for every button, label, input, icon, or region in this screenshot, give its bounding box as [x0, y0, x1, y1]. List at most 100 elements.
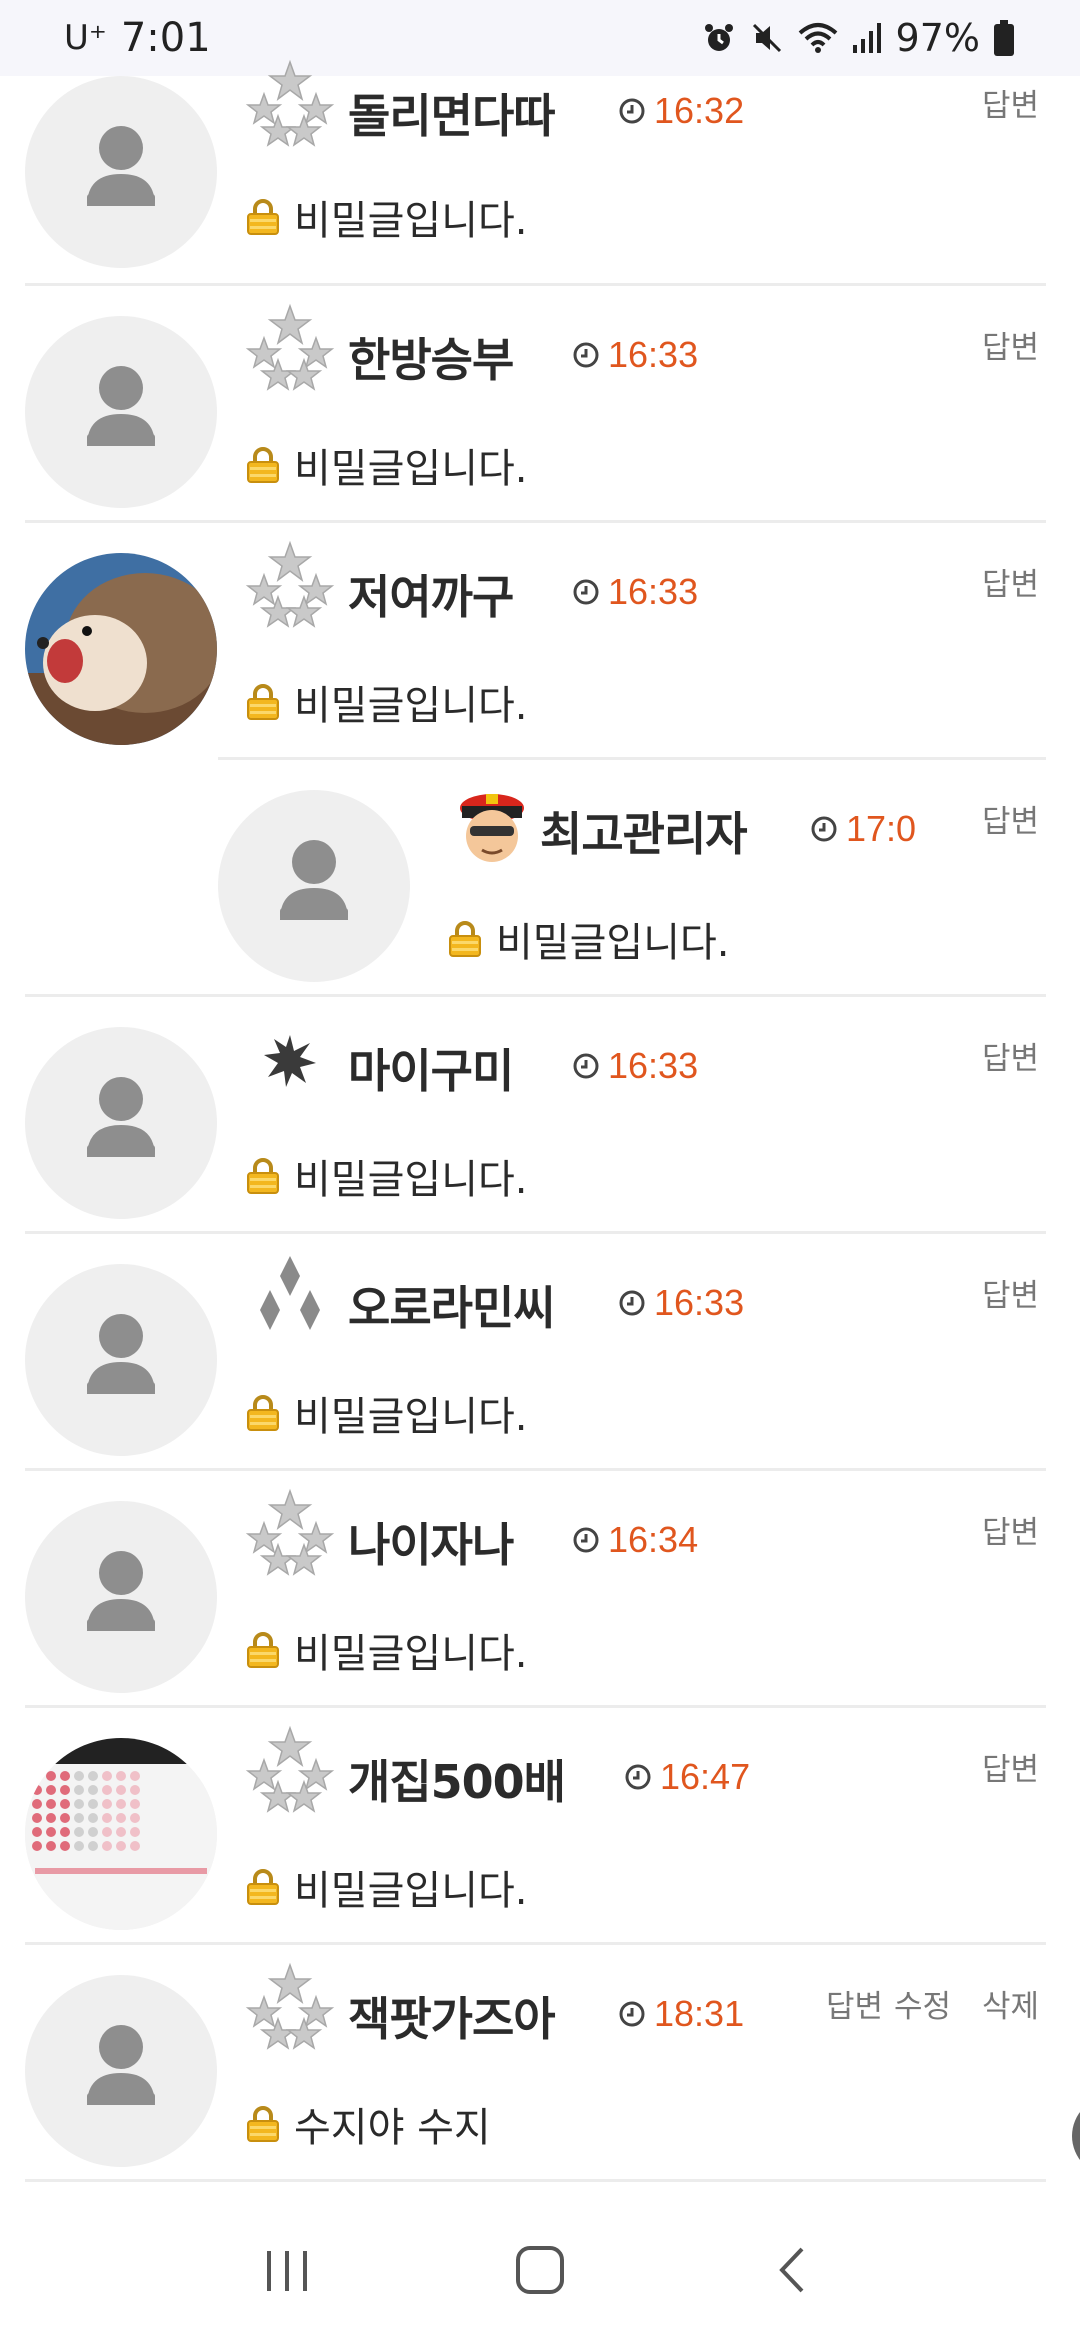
comment-item: 한방승부 16:33 답변 비밀글입니다.	[0, 286, 1080, 523]
clock-icon	[572, 1052, 600, 1080]
clock-icon	[572, 341, 600, 369]
lock-icon	[448, 921, 482, 957]
avatar[interactable]	[218, 790, 410, 982]
avatar[interactable]	[25, 76, 217, 268]
comment-author[interactable]: 돌리면다따	[348, 80, 556, 146]
comment-time: 16:33	[618, 1282, 744, 1324]
diamonds-icon	[244, 1250, 336, 1342]
clock-icon	[618, 97, 646, 125]
comment-time-text: 16:32	[654, 90, 745, 131]
comment-time: 16:47	[624, 1756, 750, 1798]
battery-percent: 97%	[895, 16, 980, 60]
avatar[interactable]	[25, 1027, 217, 1219]
status-left: U⁺ 7:01	[64, 15, 211, 61]
reply-button[interactable]: 답변	[982, 1507, 1039, 1552]
comment-item: 돌리면다따 16:32 답변비밀글입니다.	[0, 76, 1080, 286]
clock-icon	[624, 1763, 652, 1791]
lock-icon	[246, 2106, 280, 2142]
home-icon	[515, 2246, 564, 2294]
clock-icon	[572, 1526, 600, 1554]
comment-body[interactable]: 비밀글입니다.	[246, 1858, 528, 1916]
comment-body-text: 비밀글입니다.	[294, 1868, 528, 1914]
edit-button[interactable]: 수정	[894, 1981, 951, 2026]
lock-icon	[246, 199, 280, 235]
comment-item: 오로라민씨 16:33 답변비밀글입니다.	[0, 1234, 1080, 1471]
recent-apps-button[interactable]	[247, 2230, 327, 2310]
comment-time: 16:34	[572, 1519, 698, 1561]
default-avatar-icon	[25, 1027, 217, 1219]
avatar[interactable]	[25, 1501, 217, 1693]
avatar[interactable]	[25, 1264, 217, 1456]
comment-body-text: 비밀글입니다.	[294, 446, 528, 492]
starburst-icon	[244, 1013, 336, 1105]
avatar[interactable]	[25, 553, 217, 745]
back-button[interactable]	[753, 2230, 833, 2310]
clock-time: 7:01	[120, 15, 211, 61]
signal-icon	[852, 23, 881, 53]
reply-button[interactable]: 답변	[982, 1033, 1039, 1078]
mute-icon	[752, 23, 781, 53]
lock-icon	[246, 1632, 280, 1668]
default-avatar-icon	[25, 76, 217, 268]
comment-item: 마이구미 16:33 답변 비밀글입니다.	[0, 997, 1080, 1234]
reply-button[interactable]: 답변	[982, 322, 1039, 367]
comment-body[interactable]: 비밀글입니다.	[246, 436, 528, 494]
divider	[25, 2179, 1046, 2182]
delete-button[interactable]: 삭제	[982, 1981, 1039, 2026]
comment-author[interactable]: 개집500배	[348, 1746, 566, 1812]
reply-button[interactable]: 답변	[982, 1270, 1039, 1315]
clock-icon	[572, 578, 600, 606]
comment-author[interactable]: 나이자나	[348, 1509, 514, 1575]
stars-icon	[244, 1961, 336, 2053]
comment-time-text: 16:33	[608, 571, 699, 612]
comment-body-text: 비밀글입니다.	[294, 198, 528, 244]
comment-body-text: 비밀글입니다.	[294, 1394, 528, 1440]
reply-button[interactable]: 답변	[982, 796, 1039, 841]
default-avatar-icon	[25, 316, 217, 508]
reply-button[interactable]: 답변	[982, 1744, 1039, 1789]
comment-body[interactable]: 비밀글입니다.	[246, 1384, 528, 1442]
hedgehog-photo	[25, 553, 217, 745]
wifi-icon	[798, 23, 837, 53]
comment-author[interactable]: 저여까구	[348, 561, 514, 627]
comment-body-text: 비밀글입니다.	[294, 1157, 528, 1203]
stars-icon	[244, 302, 336, 394]
avatar[interactable]	[25, 316, 217, 508]
comment-body[interactable]: 비밀글입니다.	[448, 910, 730, 968]
comment-body[interactable]: 수지야 수지	[246, 2095, 491, 2153]
comment-author[interactable]: 한방승부	[348, 324, 514, 390]
reply-button[interactable]: 답변	[982, 559, 1039, 604]
admin-officer-icon	[446, 776, 538, 868]
clock-icon	[810, 815, 838, 843]
comment-time-text: 16:47	[660, 1756, 751, 1797]
carrier-label: U⁺	[64, 18, 107, 58]
comment-time: 16:32	[618, 90, 744, 132]
comment-item: 개집500배 16:47 답변비밀글입니다.	[0, 1708, 1080, 1945]
comment-time-text: 17:0	[846, 808, 917, 849]
battery-icon	[994, 20, 1014, 56]
status-bar: U⁺ 7:01 97%	[0, 0, 1080, 76]
comment-body[interactable]: 비밀글입니다.	[246, 673, 528, 731]
comment-author[interactable]: 최고관리자	[540, 798, 748, 864]
reply-button[interactable]: 답변	[826, 1981, 883, 2026]
lock-icon	[246, 1158, 280, 1194]
reply-button[interactable]: 답변	[982, 80, 1039, 125]
avatar[interactable]	[25, 1738, 217, 1930]
comment-author[interactable]: 오로라민씨	[348, 1272, 556, 1338]
comment-author[interactable]: 잭팟가즈아	[348, 1983, 556, 2049]
back-icon	[779, 2247, 804, 2293]
stars-icon	[244, 539, 336, 631]
comment-author[interactable]: 마이구미	[348, 1035, 514, 1101]
comment-body[interactable]: 비밀글입니다.	[246, 1621, 528, 1679]
comment-time: 18:31	[618, 1993, 744, 2035]
default-avatar-icon	[25, 1264, 217, 1456]
comment-time: 17:0	[810, 808, 916, 850]
comment-body[interactable]: 비밀글입니다.	[246, 188, 528, 246]
home-button[interactable]	[500, 2230, 580, 2310]
lock-icon	[246, 447, 280, 483]
avatar[interactable]	[25, 1975, 217, 2167]
system-nav-bar	[0, 2200, 1080, 2340]
comment-body[interactable]: 비밀글입니다.	[246, 1147, 528, 1205]
comment-item: 저여까구 16:33 답변비밀글입니다.	[0, 523, 1080, 760]
stars-icon	[244, 1724, 336, 1816]
